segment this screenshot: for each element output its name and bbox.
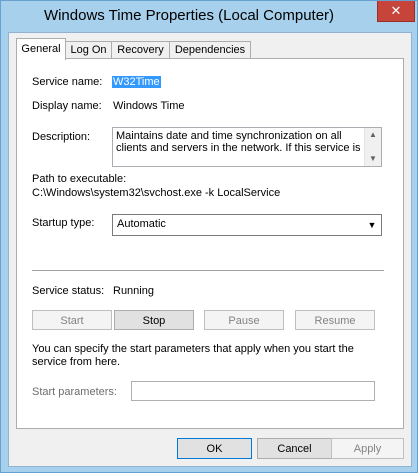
scroll-down-icon[interactable]: ▼ [365,153,381,165]
apply-button[interactable]: Apply [331,438,404,459]
startup-type-select[interactable]: Automatic ▼ [112,214,382,236]
separator [32,270,384,271]
service-status-label: Service status: [32,285,105,297]
tab-recovery[interactable]: Recovery [111,41,170,59]
ok-button[interactable]: OK [177,438,252,459]
tab-general[interactable]: General [16,38,66,60]
chevron-down-icon[interactable]: ▼ [365,216,379,234]
display-name-label: Display name: [32,100,102,112]
cancel-button-label: Cancel [277,443,312,455]
service-name-label: Service name: [32,76,103,88]
display-name-value[interactable]: Windows Time [113,100,185,112]
start-button-label: Start [60,315,84,327]
close-button[interactable]: ✕ [377,1,415,22]
dialog-client-area: General Log On Recovery Dependencies Ser… [8,32,412,467]
title-bar[interactable]: Windows Time Properties (Local Computer)… [1,1,417,31]
tab-log-on-label: Log On [70,44,107,56]
startup-type-label: Startup type: [32,217,95,229]
start-params-label: Start parameters: [32,386,117,398]
ok-button-label: OK [206,443,223,455]
properties-window: Windows Time Properties (Local Computer)… [0,0,418,473]
pause-button[interactable]: Pause [204,310,284,330]
service-name-selected-text: W32Time [112,76,161,88]
close-icon: ✕ [390,3,402,18]
general-tab-panel: Service name: W32Time Display name: Wind… [16,58,404,429]
resume-button[interactable]: Resume [295,310,375,330]
description-label: Description: [32,131,91,143]
path-value[interactable]: C:\Windows\system32\svchost.exe -k Local… [32,187,280,199]
cancel-button[interactable]: Cancel [257,438,332,459]
description-box[interactable]: Maintains date and time synchronization … [112,127,382,167]
description-scrollbar[interactable]: ▲ ▼ [364,128,381,166]
start-params-hint: You can specify the start parameters tha… [32,343,354,368]
startup-type-value: Automatic [117,218,166,230]
tab-general-label: General [21,43,61,55]
stop-button[interactable]: Stop [114,310,194,330]
tab-dependencies[interactable]: Dependencies [169,41,251,59]
service-name-value[interactable]: W32Time [112,76,161,88]
tab-recovery-label: Recovery [117,44,164,56]
start-button[interactable]: Start [32,310,112,330]
tab-log-on[interactable]: Log On [65,41,112,59]
start-params-input[interactable] [131,381,375,401]
description-text: Maintains date and time synchronization … [116,130,361,154]
stop-button-label: Stop [142,315,166,327]
pause-button-label: Pause [228,315,260,327]
tab-dependencies-label: Dependencies [174,44,246,56]
scroll-up-icon[interactable]: ▲ [365,129,381,141]
window-title: Windows Time Properties (Local Computer) [43,7,335,24]
path-label: Path to executable: [32,173,127,185]
service-status-value: Running [113,285,154,297]
resume-button-label: Resume [314,315,356,327]
apply-button-label: Apply [353,443,382,455]
